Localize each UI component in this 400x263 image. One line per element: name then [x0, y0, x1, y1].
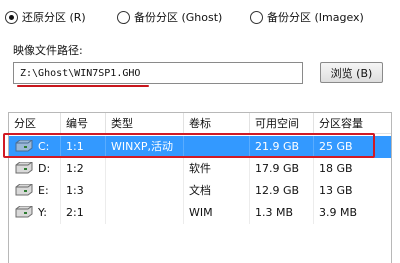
cell-partition: C:: [9, 136, 61, 158]
cell-volume-label: WIM: [184, 202, 250, 224]
table-row-e[interactable]: E: 1:3 文档 12.9 GB 13 GB: [9, 180, 391, 202]
column-header-volume-label[interactable]: 卷标: [184, 113, 250, 134]
cell-partition-text: Y:: [38, 206, 47, 219]
image-path-input[interactable]: [13, 62, 303, 84]
radio-backup-imagex-label: 备份分区 (Imagex): [267, 11, 364, 24]
column-header-number[interactable]: 编号: [61, 113, 106, 134]
cell-type: [106, 180, 184, 202]
table-row-d[interactable]: D: 1:2 软件 17.9 GB 18 GB: [9, 158, 391, 180]
column-header-free-space[interactable]: 可用空间: [250, 113, 314, 134]
cell-capacity: 13 GB: [319, 184, 353, 197]
cell-capacity: 3.9 MB: [319, 206, 358, 219]
cell-partition: E:: [9, 180, 61, 202]
partition-table: 分区 编号 类型 卷标 可用空间 分区容量 C: 1:1 WINXP,活动 21…: [8, 112, 392, 263]
cell-free-space: 1.3 MB: [250, 202, 314, 224]
cell-number: 1:3: [61, 180, 106, 202]
cell-volume-label: 软件: [184, 158, 250, 180]
cell-free-space: 21.9 GB: [250, 136, 314, 158]
table-row-c[interactable]: C: 1:1 WINXP,活动 21.9 GB 25 GB: [9, 136, 391, 158]
cell-volume-label: [184, 136, 250, 158]
cell-partition-text: D:: [38, 162, 51, 175]
cell-partition: D:: [9, 158, 61, 180]
radio-backup-ghost-dot[interactable]: [117, 10, 130, 24]
cell-partition-text: E:: [38, 184, 49, 197]
cell-capacity: 18 GB: [319, 162, 353, 175]
table-row-y[interactable]: Y: 2:1 WIM 1.3 MB 3.9 MB: [9, 202, 391, 224]
radio-backup-ghost[interactable]: 备份分区 (Ghost): [117, 8, 222, 26]
cell-volume-label: 文档: [184, 180, 250, 202]
hard-drive-icon: [15, 206, 33, 218]
cell-capacity: 25 GB: [319, 140, 353, 153]
cell-partition-text: C:: [38, 140, 50, 153]
hard-drive-icon: [15, 162, 33, 174]
browse-button[interactable]: 浏览 (B): [320, 62, 383, 83]
cell-type: WINXP,活动: [106, 136, 184, 158]
cell-partition: Y:: [9, 202, 61, 224]
mode-radio-group: 还原分区 (R) 备份分区 (Ghost) 备份分区 (Imagex): [0, 8, 400, 26]
radio-restore-dot[interactable]: [5, 10, 18, 24]
path-annotation-underline: [17, 85, 149, 87]
cell-number: 1:1: [61, 136, 106, 158]
cell-free-space: 12.9 GB: [250, 180, 314, 202]
column-header-partition[interactable]: 分区: [9, 113, 61, 134]
column-header-capacity[interactable]: 分区容量: [314, 113, 391, 134]
cell-type: [106, 202, 184, 224]
cell-number: 1:2: [61, 158, 106, 180]
cell-free-space: 17.9 GB: [250, 158, 314, 180]
image-path-label: 映像文件路径:: [13, 44, 83, 57]
radio-backup-imagex[interactable]: 备份分区 (Imagex): [250, 8, 364, 26]
radio-restore-label: 还原分区 (R): [22, 11, 86, 24]
radio-restore-partition[interactable]: 还原分区 (R): [5, 8, 86, 26]
cell-type: [106, 158, 184, 180]
table-header: 分区 编号 类型 卷标 可用空间 分区容量: [9, 113, 391, 134]
column-header-type[interactable]: 类型: [106, 113, 184, 134]
radio-backup-imagex-dot[interactable]: [250, 10, 263, 24]
hard-drive-icon: [15, 184, 33, 196]
hard-drive-icon: [15, 140, 33, 152]
radio-backup-ghost-label: 备份分区 (Ghost): [134, 11, 223, 24]
cell-number: 2:1: [61, 202, 106, 224]
